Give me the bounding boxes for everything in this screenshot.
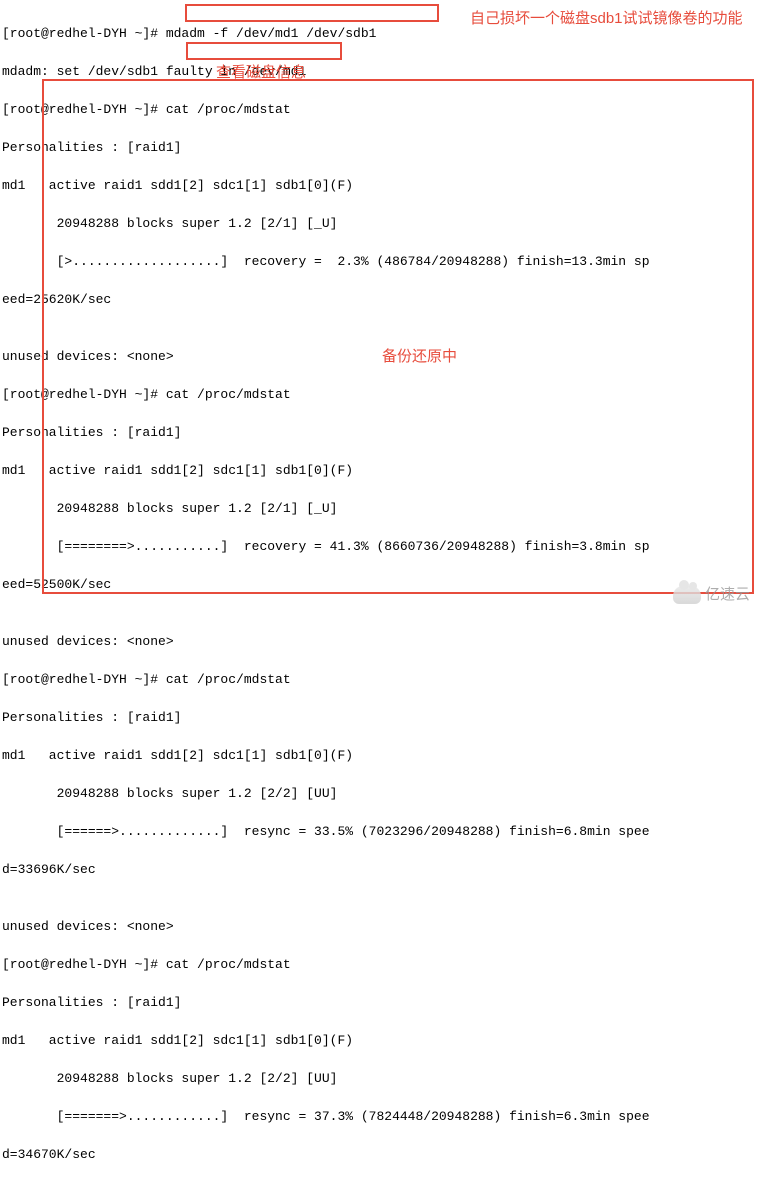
terminal-line: eed=25620K/sec bbox=[2, 290, 758, 309]
terminal-line: Personalities : [raid1] bbox=[2, 708, 758, 727]
terminal-line: d=33696K/sec bbox=[2, 860, 758, 879]
terminal-line: md1 active raid1 sdd1[2] sdc1[1] sdb1[0]… bbox=[2, 461, 758, 480]
terminal-line: unused devices: <none> bbox=[2, 347, 758, 366]
terminal-line: 20948288 blocks super 1.2 [2/1] [_U] bbox=[2, 499, 758, 518]
terminal-line: Personalities : [raid1] bbox=[2, 993, 758, 1012]
terminal-line: Personalities : [raid1] bbox=[2, 423, 758, 442]
terminal-line: [root@redhel-DYH ~]# cat /proc/mdstat bbox=[2, 955, 758, 974]
terminal-line: [>...................] recovery = 2.3% (… bbox=[2, 252, 758, 271]
watermark-text: 亿速云 bbox=[705, 585, 750, 604]
terminal-line: eed=52500K/sec bbox=[2, 575, 758, 594]
annotation-check-disk: 查看磁盘信息 bbox=[216, 62, 306, 85]
terminal-line: mdadm: set /dev/sdb1 faulty in /dev/md1 bbox=[2, 62, 758, 81]
terminal-line: md1 active raid1 sdd1[2] sdc1[1] sdb1[0]… bbox=[2, 1031, 758, 1050]
terminal-line: md1 active raid1 sdd1[2] sdc1[1] sdb1[0]… bbox=[2, 746, 758, 765]
terminal-line: 20948288 blocks super 1.2 [2/2] [UU] bbox=[2, 1069, 758, 1088]
terminal-line: 20948288 blocks super 1.2 [2/1] [_U] bbox=[2, 214, 758, 233]
terminal-output: [root@redhel-DYH ~]# mdadm -f /dev/md1 /… bbox=[0, 0, 760, 1188]
cloud-icon bbox=[673, 586, 701, 604]
terminal-line: [========>...........] recovery = 41.3% … bbox=[2, 537, 758, 556]
terminal-line: [=======>............] resync = 37.3% (7… bbox=[2, 1107, 758, 1126]
annotation-fault-disk: 自己损坏一个磁盘sdb1试试镜像卷的功能 bbox=[470, 8, 750, 31]
terminal-line: 20948288 blocks super 1.2 [2/2] [UU] bbox=[2, 784, 758, 803]
annotation-backup-restore: 备份还原中 bbox=[382, 346, 457, 369]
terminal-line: md1 active raid1 sdd1[2] sdc1[1] sdb1[0]… bbox=[2, 176, 758, 195]
terminal-line: unused devices: <none> bbox=[2, 917, 758, 936]
terminal-line: [root@redhel-DYH ~]# cat /proc/mdstat bbox=[2, 670, 758, 689]
terminal-line: Personalities : [raid1] bbox=[2, 138, 758, 157]
terminal-line: [======>.............] resync = 33.5% (7… bbox=[2, 822, 758, 841]
terminal-line: [root@redhel-DYH ~]# cat /proc/mdstat bbox=[2, 385, 758, 404]
terminal-line: d=34670K/sec bbox=[2, 1145, 758, 1164]
terminal-line: [root@redhel-DYH ~]# cat /proc/mdstat bbox=[2, 100, 758, 119]
watermark: 亿速云 bbox=[673, 585, 750, 604]
terminal-line: unused devices: <none> bbox=[2, 632, 758, 651]
